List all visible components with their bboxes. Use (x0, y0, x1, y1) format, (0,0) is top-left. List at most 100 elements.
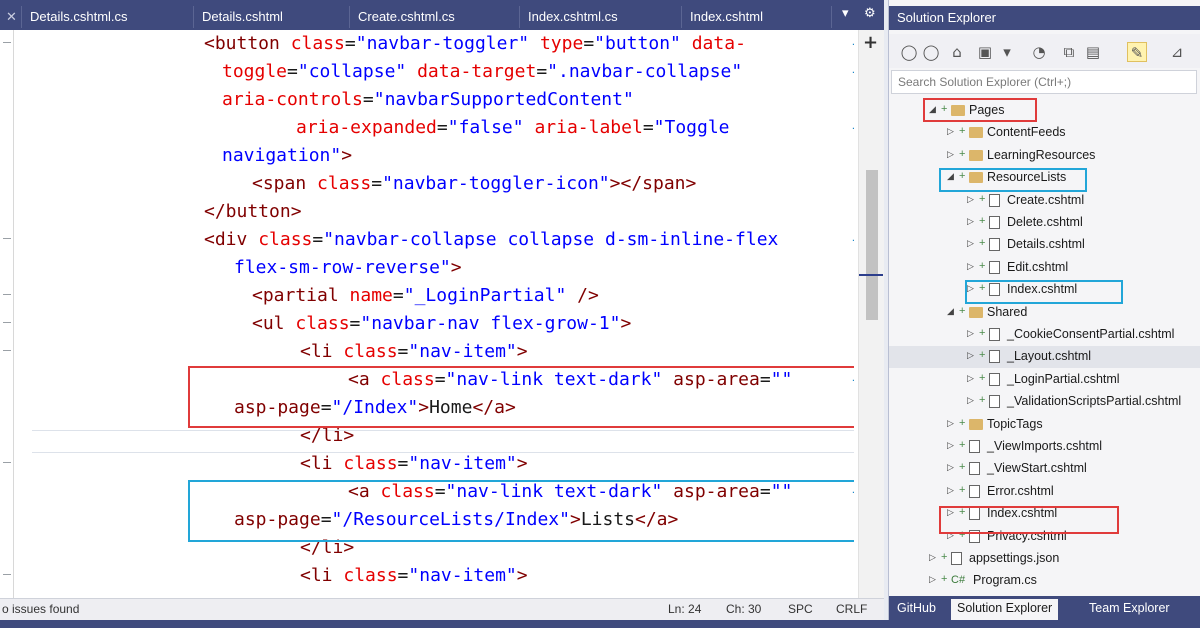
collapse-icon[interactable]: ⧉ (1059, 42, 1079, 62)
tab-create-cshtml-cs[interactable]: Create.cshtml.cs (350, 6, 520, 28)
code-token: toggle (222, 61, 288, 82)
expanded-arrow-icon[interactable]: ◢ (947, 306, 957, 317)
code-token: "navbarSupportedContent" (373, 89, 634, 110)
code-line[interactable]: <ul class="navbar-nav flex-grow-1"> (252, 310, 631, 338)
tree-item[interactable]: ▷ + C# Program.cs (889, 570, 1200, 592)
tree-item[interactable]: ▷ + Details.cshtml (889, 234, 1200, 256)
tab-solution-explorer[interactable]: Solution Explorer (951, 599, 1059, 620)
collapsed-arrow-icon[interactable]: ▷ (967, 238, 977, 249)
collapsed-arrow-icon[interactable]: ▷ (947, 149, 957, 160)
collapsed-arrow-icon[interactable]: ▷ (967, 395, 977, 406)
history-icon[interactable]: ◔ (1029, 42, 1049, 62)
code-line[interactable]: <span class="navbar-toggler-icon"></span… (252, 170, 696, 198)
line-ending[interactable]: CRLF (836, 602, 867, 616)
collapsed-arrow-icon[interactable]: ▷ (967, 194, 977, 205)
preview-icon[interactable]: ✎ (1127, 42, 1147, 62)
solution-explorer-search[interactable]: Search Solution Explorer (Ctrl+;) (891, 70, 1197, 94)
code-token: > (516, 565, 528, 586)
code-line[interactable]: <partial name="_LoginPartial" /> (252, 282, 599, 310)
code-token: = (397, 565, 409, 586)
collapsed-arrow-icon[interactable]: ▷ (947, 418, 957, 429)
cshtml-file-icon (989, 350, 1000, 364)
tree-item[interactable]: ▷ + appsettings.json (889, 548, 1200, 570)
collapsed-arrow-icon[interactable]: ▷ (929, 552, 939, 563)
code-token: navigation" (222, 145, 342, 166)
code-line[interactable]: <li class="nav-item"> (300, 338, 528, 366)
tree-item[interactable]: ▷ + ContentFeeds (889, 122, 1200, 144)
code-line[interactable]: aria-controls="navbarSupportedContent" (222, 86, 634, 114)
tree-item[interactable]: ▷ + Delete.cshtml (889, 212, 1200, 234)
code-line[interactable]: </button> (204, 198, 302, 226)
tree-item[interactable]: ▷ + _CookieConsentPartial.cshtml (889, 324, 1200, 346)
code-token: "button" (594, 33, 681, 54)
code-line[interactable]: flex-sm-row-reverse"> (234, 254, 462, 282)
tree-item-label: Edit.cshtml (1007, 259, 1069, 274)
collapsed-arrow-icon[interactable]: ▷ (947, 485, 957, 496)
tree-item[interactable]: ▷ + _ValidationScriptsPartial.cshtml (889, 391, 1200, 413)
tree-item[interactable]: ▷ + Error.cshtml (889, 481, 1200, 503)
tab-list-dropdown-icon[interactable]: ▾ (842, 6, 849, 21)
tree-item[interactable]: ▷ + Create.cshtml (889, 190, 1200, 212)
code-line[interactable]: aria-expanded="false" aria-label="Toggle (296, 114, 730, 142)
tab-github[interactable]: GitHub (891, 599, 942, 620)
code-line[interactable]: <li class="nav-item"> (300, 450, 528, 478)
code-line[interactable]: <div class="navbar-collapse collapse d-s… (204, 226, 778, 254)
forward-icon[interactable]: ◯ (921, 42, 941, 62)
back-icon[interactable]: ◯ (899, 42, 919, 62)
editor-vertical-scrollbar[interactable]: + (858, 30, 884, 598)
code-token: = (362, 89, 374, 110)
code-line[interactable]: toggle="collapse" data-target=".navbar-c… (222, 58, 742, 86)
tree-item-label: Details.cshtml (1007, 237, 1085, 252)
tree-item[interactable]: ▷ + _LoginPartial.cshtml (889, 369, 1200, 391)
tree-item-label: LearningResources (987, 147, 1096, 162)
tree-item[interactable]: ▷ + LearningResources (889, 145, 1200, 167)
collapsed-arrow-icon[interactable]: ▷ (947, 126, 957, 137)
collapsed-arrow-icon[interactable]: ▷ (967, 373, 977, 384)
pin-icon[interactable]: ⊿ (1167, 42, 1187, 62)
code-token: = (642, 117, 654, 138)
dropdown-icon[interactable]: ▾ (997, 42, 1017, 62)
home-icon[interactable]: ⌂ (947, 42, 967, 62)
tree-item[interactable]: ▷ + Edit.cshtml (889, 257, 1200, 279)
tree-item[interactable]: ▷ + TopicTags (889, 414, 1200, 436)
collapsed-arrow-icon[interactable]: ▷ (947, 440, 957, 451)
tab-index-cshtml[interactable]: Index.cshtml (682, 6, 832, 28)
code-editor[interactable]: ✕ Details.cshtml.cs Details.cshtml Creat… (0, 0, 884, 628)
tree-item-label: Create.cshtml (1007, 192, 1085, 207)
collapsed-arrow-icon[interactable]: ▷ (929, 574, 939, 585)
code-line[interactable]: navigation"> (222, 142, 352, 170)
tree-item[interactable]: ◢ + Shared (889, 302, 1200, 324)
sync-icon[interactable]: ▣ (975, 42, 995, 62)
code-token: "Toggle (653, 117, 730, 138)
solution-explorer-title: Solution Explorer (889, 6, 1200, 30)
json-file-icon (951, 552, 962, 565)
tab-details-cshtml-cs[interactable]: Details.cshtml.cs (22, 6, 194, 28)
collapsed-arrow-icon[interactable]: ▷ (967, 328, 977, 339)
editor-status-bar: o issues found Ln: 24 Ch: 30 SPC CRLF (0, 598, 884, 620)
tab-team-explorer[interactable]: Team Explorer (1083, 599, 1176, 620)
whitespace-mode[interactable]: SPC (788, 602, 813, 616)
code-area[interactable]: <button class="navbar-toggler" type="but… (14, 30, 854, 598)
split-editor-icon[interactable]: + (863, 32, 878, 53)
collapsed-arrow-icon[interactable]: ▷ (967, 350, 977, 361)
close-tab-icon[interactable]: ✕ (0, 6, 22, 28)
collapsed-arrow-icon[interactable]: ▷ (967, 261, 977, 272)
search-placeholder: Search Solution Explorer (Ctrl+;) (898, 75, 1072, 89)
tree-item[interactable]: ▷ + _Layout.cshtml (889, 346, 1200, 369)
collapsed-arrow-icon[interactable]: ▷ (967, 216, 977, 227)
code-line[interactable]: <li class="nav-item"> (300, 562, 528, 590)
tree-item[interactable]: ▷ + _ViewImports.cshtml (889, 436, 1200, 458)
tab-details-cshtml[interactable]: Details.cshtml (194, 6, 350, 28)
scrollbar-thumb[interactable] (866, 170, 878, 320)
collapsed-arrow-icon[interactable]: ▷ (947, 462, 957, 473)
properties-icon[interactable]: ▤ (1083, 42, 1103, 62)
tab-index-cshtml-cs[interactable]: Index.cshtml.cs (520, 6, 682, 28)
tree-item-label: ContentFeeds (987, 125, 1066, 140)
issues-status[interactable]: o issues found (2, 602, 79, 616)
tree-item[interactable]: ▷ + _ViewStart.cshtml (889, 458, 1200, 480)
code-line[interactable]: <button class="navbar-toggler" type="but… (204, 30, 746, 58)
code-token: "collapse" (297, 61, 407, 82)
settings-icon[interactable]: ⚙ (864, 6, 876, 21)
code-token: <button (204, 33, 291, 54)
